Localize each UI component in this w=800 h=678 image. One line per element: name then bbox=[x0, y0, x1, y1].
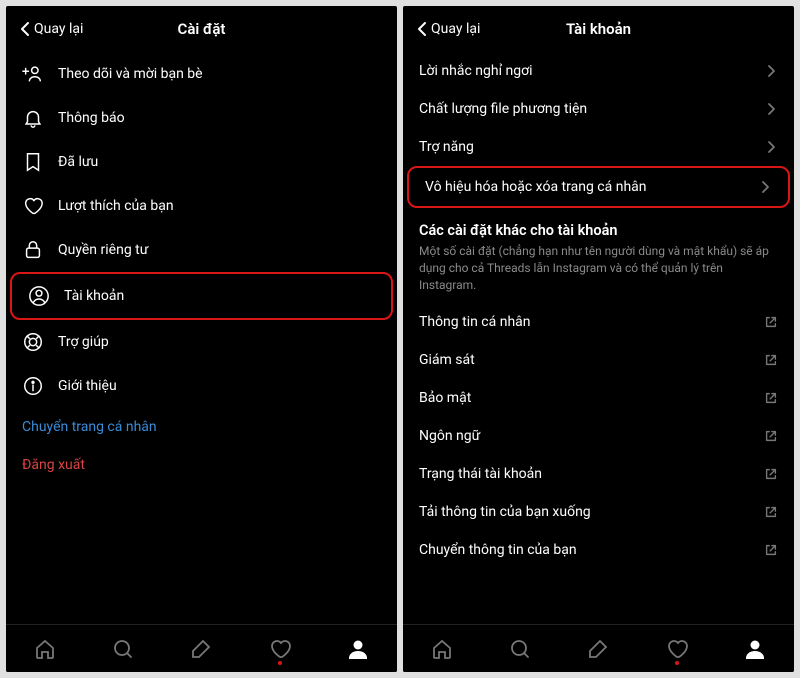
row-download-info[interactable]: Tải thông tin của bạn xuống bbox=[403, 493, 794, 531]
tabbar bbox=[403, 624, 794, 672]
row-language[interactable]: Ngôn ngữ bbox=[403, 417, 794, 455]
external-icon bbox=[764, 543, 778, 557]
back-button[interactable]: Quay lại bbox=[417, 21, 480, 37]
tab-activity[interactable] bbox=[266, 635, 294, 663]
row-label: Đã lưu bbox=[58, 154, 381, 170]
chevron-right-icon bbox=[764, 64, 778, 78]
notification-dot bbox=[675, 661, 679, 665]
notification-dot bbox=[278, 661, 282, 665]
row-personal-info[interactable]: Thông tin cá nhân bbox=[403, 303, 794, 341]
row-label: Chuyển thông tin của bạn bbox=[419, 542, 750, 558]
row-supervision[interactable]: Giám sát bbox=[403, 341, 794, 379]
tab-home[interactable] bbox=[428, 635, 456, 663]
row-label: Thông tin cá nhân bbox=[419, 314, 750, 330]
row-label: Lời nhắc nghỉ ngơi bbox=[419, 63, 750, 79]
row-label: Theo dõi và mời bạn bè bbox=[58, 66, 381, 82]
row-media-quality[interactable]: Chất lượng file phương tiện bbox=[403, 90, 794, 128]
row-security[interactable]: Bảo mật bbox=[403, 379, 794, 417]
external-icon bbox=[764, 467, 778, 481]
row-label: Giám sát bbox=[419, 352, 750, 368]
section-title: Các cài đặt khác cho tài khoản bbox=[403, 208, 794, 243]
row-rest-reminders[interactable]: Lời nhắc nghỉ ngơi bbox=[403, 52, 794, 90]
external-icon bbox=[764, 391, 778, 405]
row-likes[interactable]: Lượt thích của bạn bbox=[6, 184, 397, 228]
back-label: Quay lại bbox=[34, 21, 83, 37]
row-label: Trợ giúp bbox=[58, 334, 381, 350]
back-button[interactable]: Quay lại bbox=[20, 21, 83, 37]
tab-activity[interactable] bbox=[663, 635, 691, 663]
lifebuoy-icon bbox=[22, 331, 44, 353]
tab-compose[interactable] bbox=[584, 635, 612, 663]
row-label: Bảo mật bbox=[419, 390, 750, 406]
tabbar bbox=[6, 624, 397, 672]
back-label: Quay lại bbox=[431, 21, 480, 37]
row-accessibility[interactable]: Trợ năng bbox=[403, 128, 794, 166]
chevron-right-icon bbox=[764, 102, 778, 116]
section-desc: Một số cài đặt (chẳng hạn như tên người … bbox=[403, 243, 794, 303]
row-label: Vô hiệu hóa hoặc xóa trang cá nhân bbox=[425, 179, 744, 195]
link-label: Đăng xuất bbox=[22, 457, 381, 473]
row-account[interactable]: Tài khoản bbox=[10, 272, 393, 320]
external-icon bbox=[764, 353, 778, 367]
row-transfer-info[interactable]: Chuyển thông tin của bạn bbox=[403, 531, 794, 569]
lock-icon bbox=[22, 239, 44, 261]
tab-search[interactable] bbox=[109, 635, 137, 663]
tab-profile[interactable] bbox=[344, 635, 372, 663]
row-label: Trạng thái tài khoản bbox=[419, 466, 750, 482]
chevron-left-icon bbox=[20, 21, 30, 37]
link-label: Chuyển trang cá nhân bbox=[22, 419, 381, 435]
row-label: Tài khoản bbox=[64, 288, 375, 304]
row-help[interactable]: Trợ giúp bbox=[6, 320, 397, 364]
tab-compose[interactable] bbox=[187, 635, 215, 663]
external-icon bbox=[764, 505, 778, 519]
info-icon bbox=[22, 375, 44, 397]
chevron-left-icon bbox=[417, 21, 427, 37]
header: Quay lại Tài khoản bbox=[403, 6, 794, 50]
chevron-right-icon bbox=[764, 140, 778, 154]
heart-icon bbox=[22, 195, 44, 217]
external-icon bbox=[764, 315, 778, 329]
tab-profile[interactable] bbox=[741, 635, 769, 663]
account-list: Lời nhắc nghỉ ngơi Chất lượng file phươn… bbox=[403, 50, 794, 624]
settings-list: Theo dõi và mời bạn bè Thông báo Đã lưu … bbox=[6, 50, 397, 624]
tab-home[interactable] bbox=[31, 635, 59, 663]
row-about[interactable]: Giới thiệu bbox=[6, 364, 397, 408]
row-label: Chất lượng file phương tiện bbox=[419, 101, 750, 117]
row-notifications[interactable]: Thông báo bbox=[6, 96, 397, 140]
row-saved[interactable]: Đã lưu bbox=[6, 140, 397, 184]
external-icon bbox=[764, 429, 778, 443]
chevron-right-icon bbox=[758, 180, 772, 194]
row-switch-profile[interactable]: Chuyển trang cá nhân bbox=[6, 408, 397, 446]
tab-search[interactable] bbox=[506, 635, 534, 663]
user-circle-icon bbox=[28, 285, 50, 307]
bookmark-icon bbox=[22, 151, 44, 173]
row-follow-invite[interactable]: Theo dõi và mời bạn bè bbox=[6, 52, 397, 96]
row-label: Ngôn ngữ bbox=[419, 428, 750, 444]
row-privacy[interactable]: Quyền riêng tư bbox=[6, 228, 397, 272]
row-label: Tải thông tin của bạn xuống bbox=[419, 504, 750, 520]
add-user-icon bbox=[22, 63, 44, 85]
row-label: Lượt thích của bạn bbox=[58, 198, 381, 214]
row-label: Quyền riêng tư bbox=[58, 242, 381, 258]
account-screen: Quay lại Tài khoản Lời nhắc nghỉ ngơi Ch… bbox=[403, 6, 794, 672]
settings-screen: Quay lại Cài đặt Theo dõi và mời bạn bè … bbox=[6, 6, 397, 672]
row-label: Giới thiệu bbox=[58, 378, 381, 394]
header: Quay lại Cài đặt bbox=[6, 6, 397, 50]
row-deactivate-delete[interactable]: Vô hiệu hóa hoặc xóa trang cá nhân bbox=[407, 166, 790, 208]
row-logout[interactable]: Đăng xuất bbox=[6, 446, 397, 484]
bell-icon bbox=[22, 107, 44, 129]
row-label: Thông báo bbox=[58, 110, 381, 126]
row-label: Trợ năng bbox=[419, 139, 750, 155]
row-account-status[interactable]: Trạng thái tài khoản bbox=[403, 455, 794, 493]
